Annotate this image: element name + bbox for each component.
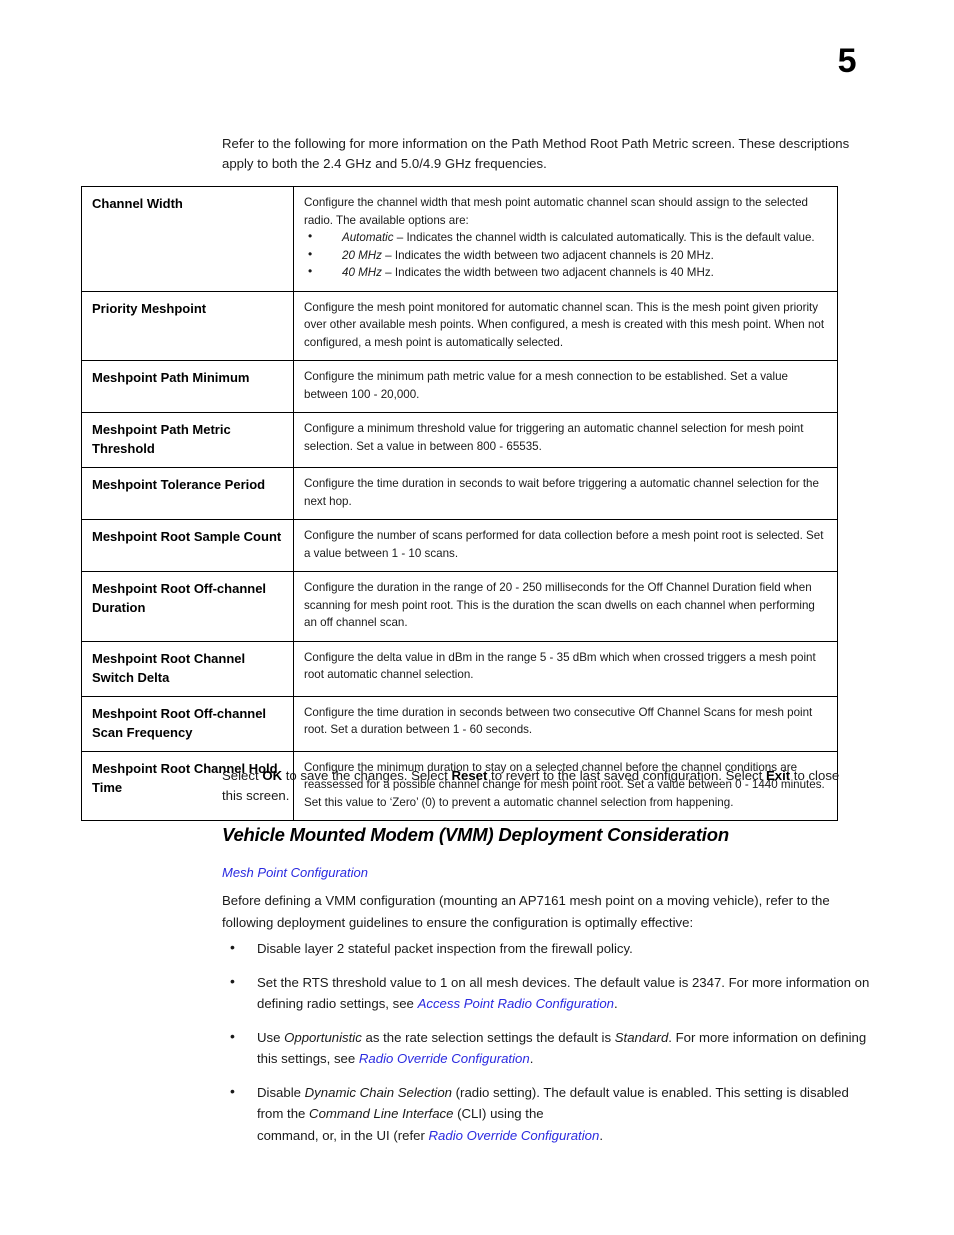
guideline-text: .: [614, 996, 618, 1011]
description-text: Configure the minimum path metric value …: [304, 370, 788, 401]
guideline-text: Disable: [257, 1084, 305, 1100]
table-row: Meshpoint Path Minimum Configure the mini…: [81, 360, 838, 413]
select-note-text: to revert to the last saved configuratio…: [487, 768, 766, 783]
emphasis-text: Standard: [614, 1029, 669, 1045]
table-row: Priority Meshpoint Configure the mesh poi…: [81, 290, 838, 361]
emphasis-text: Command Line Interface: [309, 1106, 454, 1121]
vmm-intro-paragraph: Before defining a VMM configuration (mou…: [222, 893, 830, 930]
exit-button-name: Exit: [765, 768, 791, 783]
reset-button-name: Reset: [451, 768, 488, 783]
emphasis-text: Dynamic Chain Selection: [304, 1084, 452, 1100]
guideline-text: .: [599, 1127, 603, 1143]
guideline-item: Disable Dynamic Chain Selection (radio s…: [222, 1081, 872, 1147]
ok-button-name: OK: [262, 768, 283, 783]
vmm-guidelines-list: Disable layer 2 stateful packet inspecti…: [222, 937, 872, 1158]
table-row: Meshpoint Root Channel Switch Delta Confi…: [81, 640, 838, 697]
description-text: Configure the channel width that mesh po…: [304, 196, 808, 227]
table-row: Meshpoint Root Off-channel Duration Confi…: [81, 571, 838, 642]
setting-description-cell: Configure the duration in the range of 2…: [293, 571, 838, 642]
description-text: Configure the number of scans performed …: [304, 529, 824, 560]
table-body: Channel Width Configure the channel width…: [81, 186, 838, 821]
table-row: Meshpoint Path Metric Threshold Configure…: [81, 412, 838, 468]
setting-description-cell: Configure the delta value in dBm in the …: [293, 640, 838, 697]
option-list: Automatic – Indicates the channel width …: [304, 228, 827, 282]
select-note-text: Select: [222, 768, 263, 783]
setting-name-cell: Meshpoint Root Off-channel Duration: [81, 571, 294, 642]
table-row: Meshpoint Tolerance Period Configure the …: [81, 467, 838, 520]
setting-description-cell: Configure the mesh point monitored for a…: [293, 290, 838, 361]
setting-description-cell: Configure the channel width that mesh po…: [293, 186, 838, 292]
option-label: Automatic: [342, 231, 394, 244]
select-actions-note: Select OK to save the changes. Select Re…: [222, 766, 862, 805]
xref-link[interactable]: Radio Override Configuration: [359, 1051, 530, 1066]
setting-name-cell: Meshpoint Root Off-channel Scan Frequenc…: [81, 695, 294, 752]
option-label: 40 MHz: [342, 266, 382, 279]
setting-name-cell: Meshpoint Path Minimum: [81, 360, 294, 413]
description-text: Configure the time duration in seconds b…: [304, 705, 813, 737]
option-label: 20 MHz: [342, 248, 382, 262]
table-row: Meshpoint Root Off-channel Scan Frequenc…: [81, 695, 838, 752]
table-row: Meshpoint Root Sample Count Configure the…: [81, 519, 838, 572]
xref-link[interactable]: Access Point Radio Configuration: [418, 996, 614, 1011]
setting-name-cell: Meshpoint Root Channel Switch Delta: [81, 640, 294, 697]
page-number: 5: [837, 42, 857, 80]
setting-name-cell: Priority Meshpoint: [81, 290, 294, 361]
select-note-text: to save the changes. Select: [282, 768, 452, 783]
option-list-item: 20 MHz – Indicates the width between two…: [304, 246, 827, 265]
description-text: Configure the time duration in seconds t…: [304, 477, 819, 508]
setting-description-cell: Configure a minimum threshold value for …: [293, 412, 838, 468]
guideline-item: Disable layer 2 stateful packet inspecti…: [222, 937, 872, 960]
guideline-text: Use: [257, 1029, 285, 1045]
emphasis-text: Opportunistic: [284, 1029, 362, 1045]
setting-name-cell: Channel Width: [81, 186, 294, 292]
setting-name-cell: Meshpoint Path Metric Threshold: [81, 412, 294, 468]
guideline-item: Use Opportunistic as the rate selection …: [222, 1026, 872, 1070]
guideline-item: Set the RTS threshold value to 1 on all …: [222, 971, 872, 1015]
xref-link[interactable]: Radio Override Configuration: [429, 1128, 600, 1143]
description-text: Configure a minimum threshold value for …: [304, 422, 804, 453]
setting-name-cell: Meshpoint Tolerance Period: [81, 467, 294, 520]
guideline-text: .: [529, 1051, 534, 1066]
description-text: Configure the mesh point monitored for a…: [304, 300, 825, 349]
xref-mesh-point-configuration[interactable]: Mesh Point Configuration: [222, 863, 368, 882]
setting-description-cell: Configure the time duration in seconds b…: [293, 695, 838, 752]
option-list-item: Automatic – Indicates the channel width …: [304, 228, 827, 247]
setting-description-cell: Configure the time duration in seconds t…: [293, 467, 838, 520]
option-list-item: 40 MHz – Indicates the width between two…: [304, 263, 827, 282]
description-text: Configure the duration in the range of 2…: [304, 581, 815, 629]
section-heading-vmm: Vehicle Mounted Modem (VMM) Deployment C…: [222, 824, 729, 845]
guideline-text: (CLI) using the: [453, 1106, 544, 1121]
setting-description-cell: Configure the number of scans performed …: [293, 519, 838, 572]
setting-description-cell: Configure the minimum path metric value …: [293, 360, 838, 413]
intro-paragraph: Refer to the following for more informat…: [222, 136, 850, 171]
description-text: Configure the delta value in dBm in the …: [304, 650, 816, 682]
document-page: 5 Refer to the following for more inform…: [0, 0, 954, 1235]
setting-name-cell: Meshpoint Root Sample Count: [81, 519, 294, 572]
path-method-settings-table: Channel Width Configure the channel width…: [81, 186, 838, 821]
guideline-text: as the rate selection settings the defau…: [361, 1029, 615, 1045]
table-row: Channel Width Configure the channel width…: [81, 186, 838, 292]
guideline-text: command, or, in the UI (refer: [257, 1127, 429, 1143]
guideline-text: Disable layer 2 stateful packet inspecti…: [257, 941, 633, 956]
